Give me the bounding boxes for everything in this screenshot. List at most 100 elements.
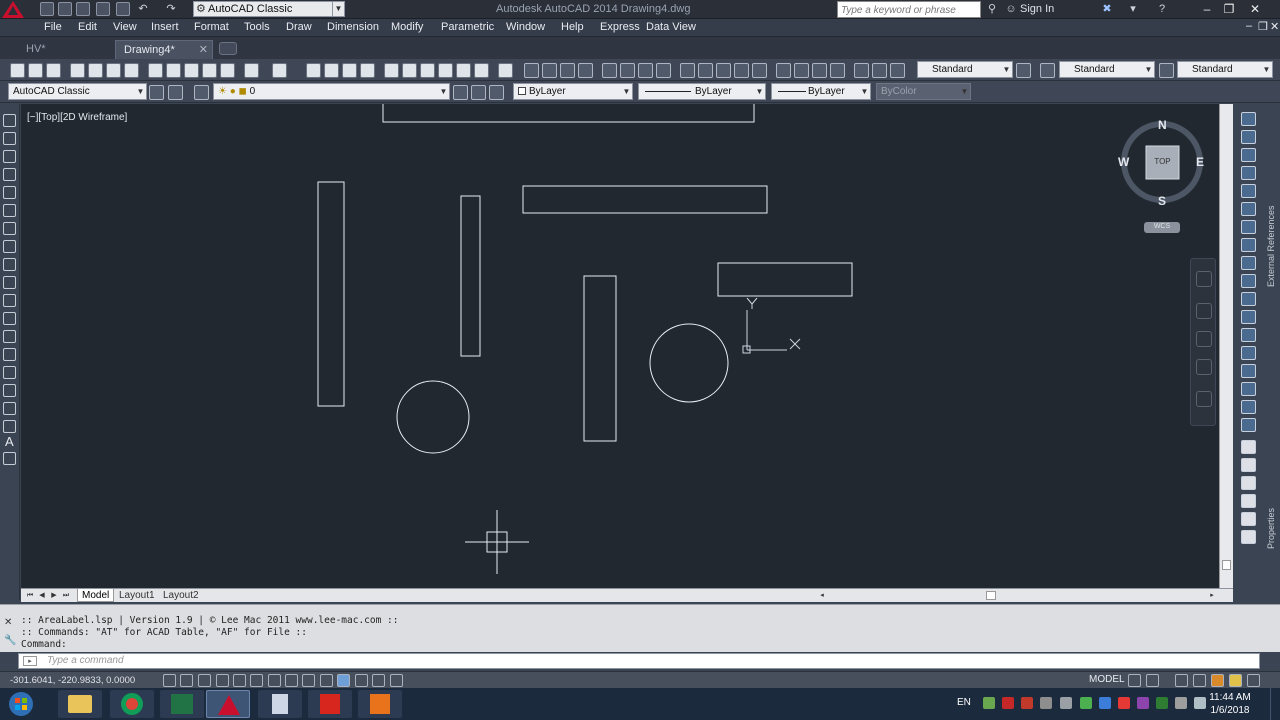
trim-icon[interactable]: [1241, 274, 1256, 288]
help-icon[interactable]: ?: [1155, 2, 1169, 16]
model-space-button[interactable]: MODEL: [1089, 674, 1125, 685]
orbit-nav-icon[interactable]: [1196, 359, 1212, 375]
rectangle-wide[interactable]: [522, 185, 768, 214]
block-editor-icon[interactable]: [220, 63, 235, 78]
language-indicator[interactable]: EN: [957, 697, 971, 708]
layer-properties-icon[interactable]: [194, 85, 209, 100]
new-file-icon[interactable]: [40, 2, 54, 16]
properties-icon[interactable]: [384, 63, 399, 78]
erase-icon[interactable]: [1241, 112, 1256, 126]
text-style-icon[interactable]: [1040, 63, 1055, 78]
calculator-icon[interactable]: [258, 690, 302, 718]
showmotion-nav-icon[interactable]: [1196, 391, 1212, 407]
autocad-taskbar-icon[interactable]: [206, 690, 250, 718]
battery-icon[interactable]: [1175, 697, 1187, 709]
tab-layout2[interactable]: Layout2: [159, 589, 203, 602]
close-icon[interactable]: ✕: [199, 44, 208, 56]
jogged-dim-icon[interactable]: [620, 63, 635, 78]
exchange-icon[interactable]: ✖: [1100, 2, 1114, 16]
rectangle-top-edge[interactable]: [382, 101, 755, 123]
tolerance-icon[interactable]: [776, 63, 791, 78]
color-select[interactable]: ByLayer ▼: [513, 83, 633, 100]
viewcube-west[interactable]: W: [1118, 155, 1129, 169]
text-to-front-icon[interactable]: [1241, 530, 1256, 544]
dim-edit-icon[interactable]: [854, 63, 869, 78]
menu-draw[interactable]: Draw: [286, 21, 312, 33]
mirror-icon[interactable]: [1241, 148, 1256, 162]
quick-view-layouts-icon[interactable]: [1128, 674, 1141, 687]
save-icon[interactable]: [76, 2, 90, 16]
flag-icon[interactable]: [1194, 697, 1206, 709]
rotate-icon[interactable]: [1241, 220, 1256, 234]
doc-close-button[interactable]: ✕: [1270, 20, 1279, 33]
dim-update-icon[interactable]: [890, 63, 905, 78]
viewcube-east[interactable]: E: [1196, 155, 1204, 169]
dynamic-input-toggle[interactable]: [320, 674, 333, 687]
print-icon[interactable]: [70, 63, 85, 78]
menu-tools[interactable]: Tools: [244, 21, 270, 33]
selection-cycling-toggle[interactable]: [390, 674, 403, 687]
ellipse-icon[interactable]: [3, 276, 16, 289]
menu-data-view[interactable]: Data View: [646, 21, 696, 33]
array-icon[interactable]: [1241, 184, 1256, 198]
autocad-logo-icon[interactable]: [2, 1, 24, 18]
menu-view[interactable]: View: [113, 21, 137, 33]
table-style-icon[interactable]: [1159, 63, 1174, 78]
scroll-left-icon[interactable]: ◂: [817, 590, 827, 601]
zoom-window-icon[interactable]: [342, 63, 357, 78]
match-properties-icon[interactable]: [202, 63, 217, 78]
fillet-icon[interactable]: [1241, 382, 1256, 396]
break-at-point-icon[interactable]: [1241, 310, 1256, 324]
object-snap-tracking-toggle[interactable]: [285, 674, 298, 687]
save-workspace-icon[interactable]: [168, 85, 183, 100]
start-button-icon[interactable]: [5, 691, 37, 717]
line-icon[interactable]: [3, 114, 16, 127]
menu-parametric[interactable]: Parametric: [441, 21, 494, 33]
doc-minimize-button[interactable]: ‒: [1246, 20, 1252, 32]
circle-bottom-left[interactable]: [396, 380, 470, 454]
wrench-icon[interactable]: 🔧: [4, 635, 16, 646]
linear-dim-icon[interactable]: [524, 63, 539, 78]
external-references-panel-tab[interactable]: External References: [1266, 205, 1276, 287]
sign-in-link[interactable]: Sign In: [1020, 3, 1054, 15]
quick-dim-icon[interactable]: [680, 63, 695, 78]
help-dropdown-icon[interactable]: ▾: [1126, 2, 1140, 16]
open-icon[interactable]: [28, 63, 43, 78]
user-icon[interactable]: ☺: [1004, 2, 1018, 16]
tray-app-icon[interactable]: [1002, 697, 1014, 709]
multiline-text-icon[interactable]: A: [5, 434, 14, 449]
undo-icon[interactable]: ↶: [136, 2, 150, 16]
clock[interactable]: 11:44 AM 1/6/2018: [1208, 691, 1252, 717]
doc-restore-button[interactable]: ❐: [1258, 20, 1268, 33]
blend-curves-icon[interactable]: [1241, 400, 1256, 414]
baseline-dim-icon[interactable]: [698, 63, 713, 78]
jogged-linear-icon[interactable]: [830, 63, 845, 78]
angular-dim-icon[interactable]: [656, 63, 671, 78]
menu-window[interactable]: Window: [506, 21, 545, 33]
redo-icon[interactable]: ↷: [164, 2, 178, 16]
menu-insert[interactable]: Insert: [151, 21, 179, 33]
tray-app-icon[interactable]: [1080, 697, 1092, 709]
3d-dwf-icon[interactable]: [124, 63, 139, 78]
coordinates-readout[interactable]: -301.6041, -220.9833, 0.0000: [10, 675, 135, 686]
explode-icon[interactable]: [1241, 418, 1256, 432]
new-tab-button[interactable]: [219, 42, 237, 55]
help-toolbar-icon[interactable]: [498, 63, 513, 78]
tab-hv[interactable]: HV*: [18, 40, 54, 59]
search-input[interactable]: Type a keyword or phrase: [837, 1, 981, 18]
file-explorer-icon[interactable]: [58, 690, 102, 718]
zoom-previous-icon[interactable]: [360, 63, 375, 78]
insert-block-icon[interactable]: [3, 312, 16, 325]
ortho-mode-toggle[interactable]: [216, 674, 229, 687]
scale-icon[interactable]: [1241, 238, 1256, 252]
polygon-icon[interactable]: [3, 168, 16, 181]
spline-icon[interactable]: [3, 258, 16, 271]
rectangle-narrow[interactable]: [460, 195, 481, 357]
binoculars-icon[interactable]: ⚲: [985, 2, 999, 16]
polyline-icon[interactable]: [3, 150, 16, 163]
plot-icon[interactable]: [116, 2, 130, 16]
model-space-drawing[interactable]: [21, 101, 1219, 588]
tray-app-icon[interactable]: [1021, 697, 1033, 709]
pan-nav-icon[interactable]: [1196, 303, 1212, 319]
menu-format[interactable]: Format: [194, 21, 229, 33]
